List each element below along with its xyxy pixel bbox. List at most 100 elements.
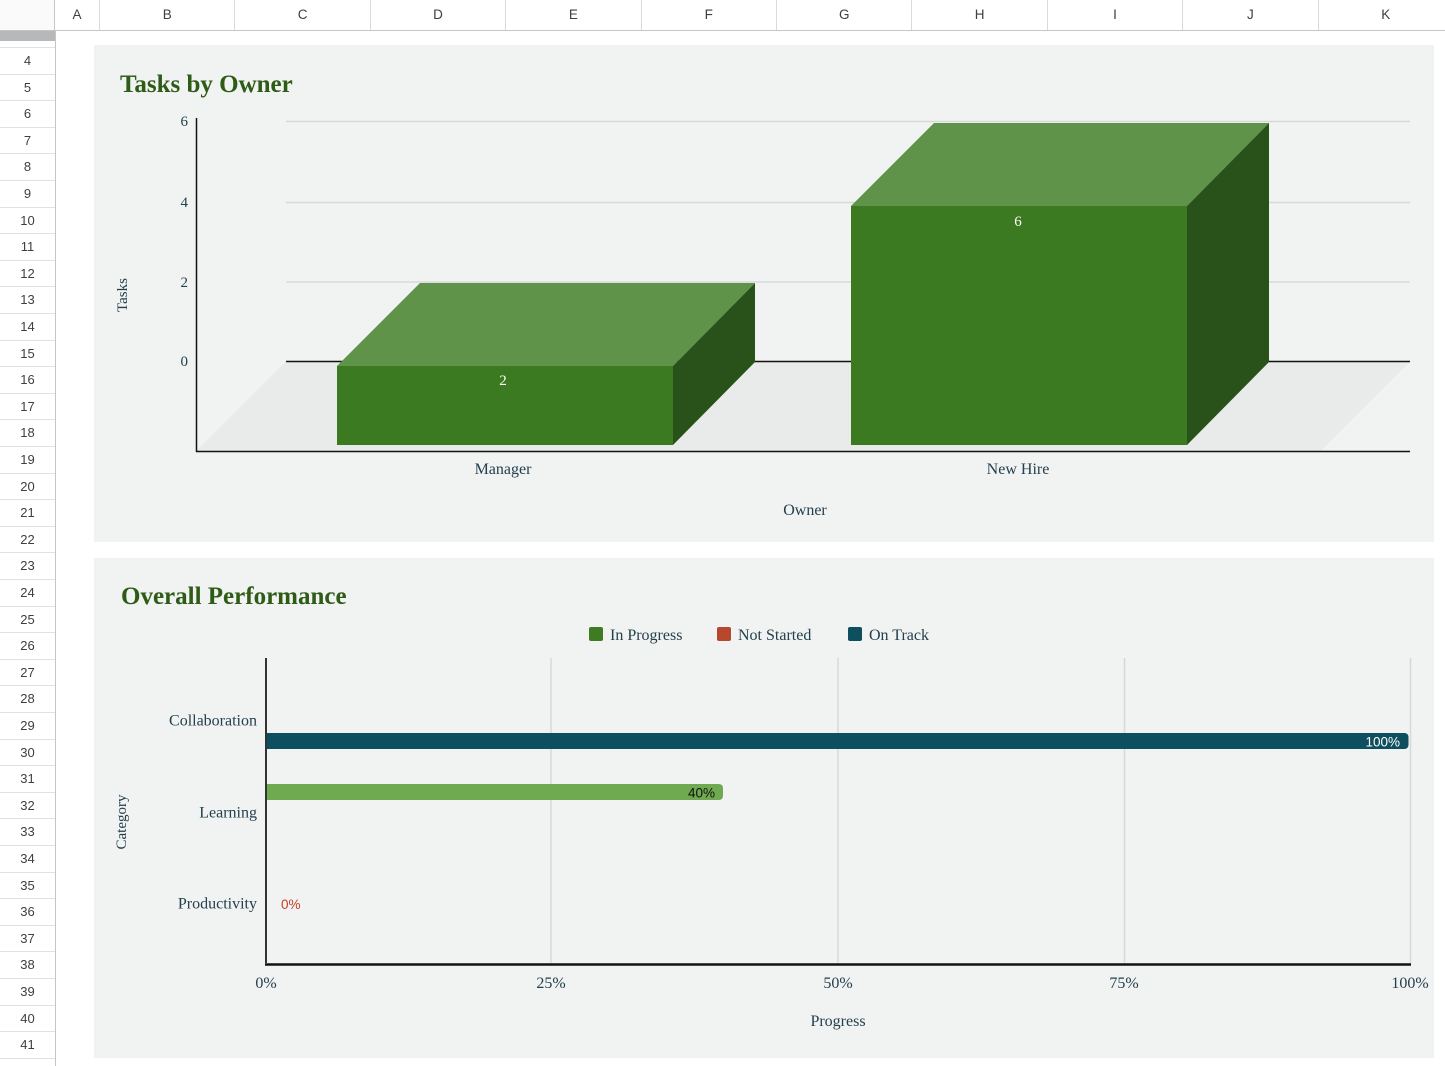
row-header-37[interactable]: 37 bbox=[0, 926, 55, 953]
select-all-corner[interactable] bbox=[0, 0, 55, 30]
legend-label-not-started: Not Started bbox=[738, 627, 811, 644]
row-header-39[interactable]: 39 bbox=[0, 979, 55, 1006]
row-header-border bbox=[55, 0, 56, 1066]
overall-performance-chart[interactable]: Overall Performance In Progress Not Star… bbox=[94, 558, 1434, 1058]
ytick-0: 0 bbox=[181, 354, 189, 370]
row-header-6[interactable]: 6 bbox=[0, 101, 55, 128]
legend-swatch-in-progress bbox=[589, 627, 603, 641]
tasks-by-owner-chart[interactable]: Tasks by Owner 6 4 2 0 Tasks bbox=[94, 45, 1434, 542]
row-header-41[interactable]: 41 bbox=[0, 1032, 55, 1059]
column-header-B[interactable]: B bbox=[100, 0, 235, 30]
row-header-29[interactable]: 29 bbox=[0, 713, 55, 740]
column-header-K[interactable]: K bbox=[1319, 0, 1445, 30]
chart1-category-new-hire: New Hire bbox=[987, 461, 1050, 478]
row-header-35[interactable]: 35 bbox=[0, 873, 55, 900]
chart2-legend: In Progress Not Started On Track bbox=[589, 627, 929, 644]
bar-collaboration-value: 100% bbox=[1365, 735, 1400, 750]
row-header-27[interactable]: 27 bbox=[0, 660, 55, 687]
row-header-20[interactable]: 20 bbox=[0, 474, 55, 501]
row-header-8[interactable]: 8 bbox=[0, 154, 55, 181]
chart2-category-labels: Collaboration Learning Productivity bbox=[169, 713, 257, 913]
row-header-32[interactable]: 32 bbox=[0, 793, 55, 820]
xtick-100: 100% bbox=[1391, 975, 1428, 992]
bar-learning-value: 40% bbox=[688, 786, 715, 801]
xtick-50: 50% bbox=[823, 975, 852, 992]
frozen-rows-divider[interactable] bbox=[0, 31, 55, 41]
xtick-25: 25% bbox=[536, 975, 565, 992]
chart2-category-learning: Learning bbox=[199, 805, 257, 822]
bar-new-hire-value: 6 bbox=[1014, 214, 1022, 230]
row-header-4[interactable]: 4 bbox=[0, 48, 55, 75]
legend-label-on-track: On Track bbox=[869, 627, 929, 644]
bar-new-hire-front bbox=[851, 206, 1187, 445]
spreadsheet-app: 4567891011121314151617181920212223242526… bbox=[0, 0, 1445, 1066]
chart2-x-ticks: 0% 25% 50% 75% 100% bbox=[255, 975, 1428, 992]
bar-manager-value: 2 bbox=[499, 373, 507, 389]
row-header-13[interactable]: 13 bbox=[0, 287, 55, 314]
chart1-x-axis-title: Owner bbox=[783, 502, 827, 519]
column-header-E[interactable]: E bbox=[506, 0, 641, 30]
row-header-36[interactable]: 36 bbox=[0, 899, 55, 926]
column-header-I[interactable]: I bbox=[1048, 0, 1183, 30]
column-header-A[interactable]: A bbox=[55, 0, 100, 30]
chart2-gridlines bbox=[551, 658, 1411, 963]
column-header-J[interactable]: J bbox=[1183, 0, 1318, 30]
row-header-10[interactable]: 10 bbox=[0, 208, 55, 235]
row-header-12[interactable]: 12 bbox=[0, 261, 55, 288]
chart2-title: Overall Performance bbox=[121, 583, 347, 610]
column-header-H[interactable]: H bbox=[912, 0, 1047, 30]
ytick-4: 4 bbox=[181, 195, 189, 211]
row-header-17[interactable]: 17 bbox=[0, 394, 55, 421]
bar-manager: 2 bbox=[337, 283, 755, 445]
chart2-x-axis-title: Progress bbox=[810, 1013, 865, 1030]
row-header-34[interactable]: 34 bbox=[0, 846, 55, 873]
row-header-22[interactable]: 22 bbox=[0, 527, 55, 554]
row-header-21[interactable]: 21 bbox=[0, 500, 55, 527]
xtick-75: 75% bbox=[1109, 975, 1138, 992]
row-header-15[interactable]: 15 bbox=[0, 341, 55, 368]
row-header-column: 4567891011121314151617181920212223242526… bbox=[0, 0, 55, 1066]
row-header-18[interactable]: 18 bbox=[0, 420, 55, 447]
row-header-40[interactable]: 40 bbox=[0, 1006, 55, 1033]
ytick-2: 2 bbox=[181, 275, 189, 291]
overall-performance-svg: Overall Performance In Progress Not Star… bbox=[94, 558, 1434, 1058]
chart1-y-axis-title: Tasks bbox=[115, 278, 131, 312]
row-header-38[interactable]: 38 bbox=[0, 952, 55, 979]
row-header-23[interactable]: 23 bbox=[0, 553, 55, 580]
row-header-11[interactable]: 11 bbox=[0, 234, 55, 261]
row-header-16[interactable]: 16 bbox=[0, 367, 55, 394]
column-header-C[interactable]: C bbox=[235, 0, 370, 30]
chart2-y-axis-title: Category bbox=[114, 794, 130, 849]
column-header-G[interactable]: G bbox=[777, 0, 912, 30]
bar-learning bbox=[267, 784, 723, 800]
row-header-28[interactable]: 28 bbox=[0, 686, 55, 713]
chart1-y-ticks: 6 4 2 0 bbox=[181, 114, 189, 370]
row-header-33[interactable]: 33 bbox=[0, 819, 55, 846]
legend-swatch-on-track bbox=[848, 627, 862, 641]
row-header-24[interactable]: 24 bbox=[0, 580, 55, 607]
row-header-3-partial[interactable] bbox=[0, 41, 55, 48]
ytick-6: 6 bbox=[181, 114, 189, 130]
row-header-7[interactable]: 7 bbox=[0, 128, 55, 155]
bar-productivity-value: 0% bbox=[281, 897, 301, 912]
tasks-by-owner-svg: Tasks by Owner 6 4 2 0 Tasks bbox=[94, 45, 1434, 542]
row-header-25[interactable]: 25 bbox=[0, 607, 55, 634]
chart2-category-collaboration: Collaboration bbox=[169, 713, 257, 730]
row-header-30[interactable]: 30 bbox=[0, 740, 55, 767]
column-header-row: ABCDEFGHIJK bbox=[0, 0, 1445, 31]
row-header-5[interactable]: 5 bbox=[0, 75, 55, 102]
chart2-category-productivity: Productivity bbox=[178, 896, 257, 913]
bar-collaboration bbox=[267, 733, 1409, 749]
chart1-category-manager: Manager bbox=[475, 461, 533, 478]
row-header-19[interactable]: 19 bbox=[0, 447, 55, 474]
bar-new-hire: 6 bbox=[851, 123, 1269, 445]
chart1-title: Tasks by Owner bbox=[120, 71, 293, 98]
row-header-9[interactable]: 9 bbox=[0, 181, 55, 208]
legend-swatch-not-started bbox=[717, 627, 731, 641]
column-header-F[interactable]: F bbox=[642, 0, 777, 30]
row-header-14[interactable]: 14 bbox=[0, 314, 55, 341]
row-header-31[interactable]: 31 bbox=[0, 766, 55, 793]
xtick-0: 0% bbox=[255, 975, 276, 992]
column-header-D[interactable]: D bbox=[371, 0, 506, 30]
row-header-26[interactable]: 26 bbox=[0, 633, 55, 660]
